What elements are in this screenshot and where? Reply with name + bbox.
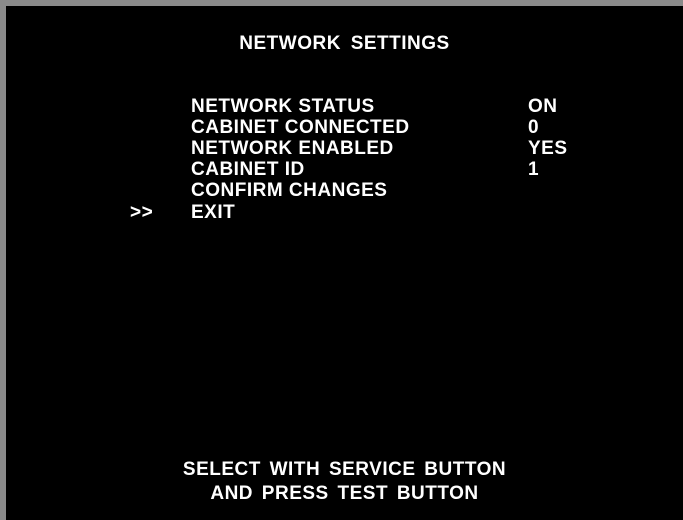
menu-item-label: CABINET ID <box>191 159 305 180</box>
menu-item-value: 0 <box>528 117 540 138</box>
page-title: NETWORK SETTINGS <box>239 33 450 54</box>
menu-item-label: CABINET CONNECTED <box>191 117 410 138</box>
menu-item-network-status[interactable]: NETWORK STATUS ON <box>6 96 683 118</box>
menu-item-value: 1 <box>528 159 540 180</box>
service-menu-screen: NETWORK SETTINGS NETWORK STATUS ON CABIN… <box>6 6 683 520</box>
instructions-footer: SELECT WITH SERVICE BUTTON AND PRESS TES… <box>6 458 683 506</box>
menu-item-confirm-changes[interactable]: CONFIRM CHANGES <box>6 180 683 202</box>
selection-cursor: >> <box>130 202 154 223</box>
menu-item-network-enabled[interactable]: NETWORK ENABLED YES <box>6 138 683 160</box>
menu-item-label: NETWORK ENABLED <box>191 138 394 159</box>
menu-item-label: CONFIRM CHANGES <box>191 180 388 201</box>
menu-item-label: NETWORK STATUS <box>191 96 375 117</box>
menu-item-value: YES <box>528 138 568 159</box>
footer-line-1: SELECT WITH SERVICE BUTTON <box>182 459 507 480</box>
menu-item-label: EXIT <box>191 202 236 223</box>
menu-item-value: ON <box>528 96 558 117</box>
settings-menu: NETWORK STATUS ON CABINET CONNECTED 0 NE… <box>6 96 683 236</box>
menu-item-cabinet-connected[interactable]: CABINET CONNECTED 0 <box>6 117 683 139</box>
menu-item-cabinet-id[interactable]: CABINET ID 1 <box>6 159 683 181</box>
footer-line-2: AND PRESS TEST BUTTON <box>210 483 479 504</box>
menu-item-exit[interactable]: >> EXIT <box>6 202 683 224</box>
